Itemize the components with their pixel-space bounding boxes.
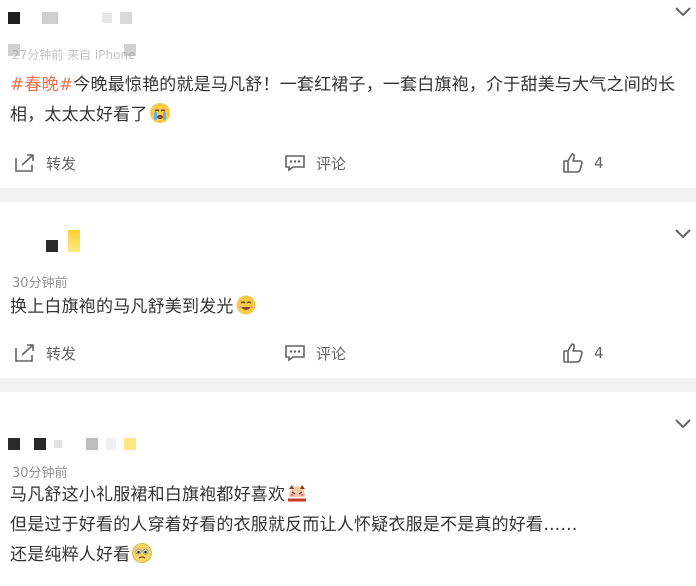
post-time: 27分钟前 来自 iPhone — [12, 48, 136, 62]
username-blurred[interactable] — [8, 438, 136, 450]
chevron-down-icon[interactable] — [674, 6, 692, 18]
comment-icon — [285, 155, 305, 172]
comment-card: 30分钟前 换上白旗袍的马凡舒美到发光 转发 评论 4 — [0, 202, 696, 378]
separator — [0, 188, 696, 202]
chevron-down-icon[interactable] — [674, 228, 692, 240]
repost-button[interactable]: 转发 — [14, 338, 76, 368]
action-bar: 转发 评论 4 — [0, 338, 696, 368]
shy-face-icon — [287, 483, 307, 503]
share-icon — [15, 154, 34, 172]
like-button[interactable]: 4 — [562, 338, 604, 368]
comment-text: 马凡舒这小礼服裙和白旗袍都好喜欢 但是过于好看的人穿着好看的衣服就反而让人怀疑衣… — [10, 483, 578, 565]
comment-button[interactable]: 评论 — [284, 148, 346, 178]
like-button[interactable]: 4 — [562, 148, 604, 178]
comment-button[interactable]: 评论 — [284, 338, 346, 368]
repost-button[interactable]: 转发 — [14, 148, 76, 178]
share-icon — [15, 344, 34, 362]
thumbs-up-icon — [563, 343, 583, 363]
separator — [0, 378, 696, 392]
post-time: 30分钟前 — [12, 466, 68, 481]
comment-icon — [285, 345, 305, 362]
post-time: 30分钟前 — [12, 276, 68, 291]
comment-feed: 27分钟前 来自 iPhone #春晚#今晚最惊艳的就是马凡舒！一套红裙子，一套… — [0, 0, 696, 586]
chevron-down-icon[interactable] — [674, 418, 692, 430]
topic-hashtag[interactable]: #春晚# — [10, 75, 73, 95]
comment-text: #春晚#今晚最惊艳的就是马凡舒！一套红裙子，一套白旗袍，介于甜美与大气之间的长 … — [10, 75, 676, 125]
comment-card: 27分钟前 来自 iPhone #春晚#今晚最惊艳的就是马凡舒！一套红裙子，一套… — [0, 0, 696, 188]
action-bar: 转发 评论 4 — [0, 148, 696, 178]
comment-card: 30分钟前 马凡舒这小礼服裙和白旗袍都好喜欢 但是过于好看的人穿着好看的衣服就反… — [0, 392, 696, 586]
thumbs-up-icon — [563, 153, 583, 173]
crying-face-icon — [149, 103, 170, 123]
smiling-face-icon — [236, 295, 256, 315]
pleading-face-icon — [132, 543, 153, 563]
comment-text: 换上白旗袍的马凡舒美到发光 — [10, 292, 256, 322]
username-blurred[interactable] — [46, 230, 80, 252]
username-blurred[interactable] — [8, 12, 132, 24]
